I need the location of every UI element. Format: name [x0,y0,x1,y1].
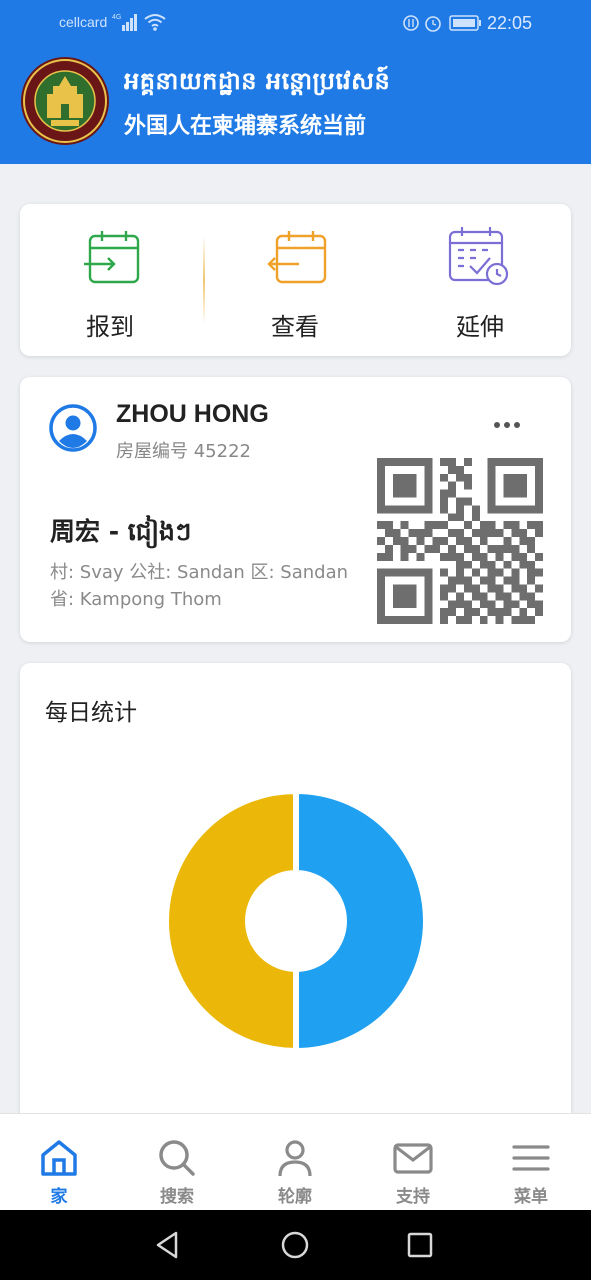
menu-icon [512,1145,550,1171]
home-icon [41,1140,77,1176]
nav-profile[interactable]: 轮廓 [236,1114,354,1211]
profile-name: ZHOU HONG [116,400,269,428]
mail-icon [393,1143,433,1174]
nav-menu[interactable]: 菜单 [472,1114,590,1211]
donut-slice-0 [293,788,429,1054]
quick-actions-card: 报到 查看 延伸 [20,204,571,356]
qr-code[interactable] [377,458,543,624]
address-line-1: 村: Svay 公社: Sandan 区: Sandan [50,562,349,583]
house-number: 房屋编号 45222 [116,441,251,462]
daily-stats-card: 每日统计 [20,663,571,1133]
calendar-checkin-icon [84,231,140,284]
checkin-label: 报到 [86,313,134,341]
donut-slice-1 [163,788,299,1054]
native-name: 周宏 - ជៀងៗ [50,517,192,546]
address-line-2: 省: Kampong Thom [50,589,222,610]
clock: 22:05 [487,13,533,33]
home-circle-icon[interactable] [279,1229,311,1261]
checkout-label: 查看 [271,313,319,341]
back-icon[interactable] [152,1229,184,1261]
profile-card: ZHOU HONG 房屋编号 45222 周宏 - ជៀងៗ 村: Svay 公… [20,377,571,642]
bottom-navigation: 家 搜索 轮廓 支持 菜单 [0,1113,591,1210]
header-title-chinese: 外国人在柬埔寨系统当前 [124,114,367,139]
extend-button[interactable]: 延伸 [390,204,570,356]
nav-menu-label: 菜单 [514,1187,548,1207]
nav-support[interactable]: 支持 [354,1114,472,1211]
signal-icon: 4G [112,14,137,31]
extend-label: 延伸 [456,313,504,341]
checkin-button[interactable]: 报到 [20,204,200,356]
app-header: cellcard 4G 22:05 អគ្គនាយកដ្ឋាន អន្តោប្រ… [0,0,591,164]
wifi-icon [144,14,166,31]
immigration-logo [21,57,109,145]
profile-icon [278,1140,312,1177]
nav-search[interactable]: 搜索 [118,1114,236,1211]
search-icon [159,1140,195,1176]
status-bar: cellcard 4G 22:05 [0,0,591,44]
header-title-khmer: អគ្គនាយកដ្ឋាន អន្តោប្រវេសន៍ [124,67,391,95]
calendar-extend-icon [448,227,509,286]
nav-home[interactable]: 家 [0,1114,118,1211]
nav-support-label: 支持 [396,1187,430,1207]
system-navigation-bar [0,1210,591,1280]
carrier-label: cellcard [59,14,108,30]
daily-stats-title: 每日统计 [45,700,137,726]
checkout-button[interactable]: 查看 [205,204,385,356]
daily-stats-chart [163,788,429,1054]
recents-icon[interactable] [404,1229,436,1261]
nav-home-label: 家 [50,1187,68,1207]
avatar-icon [49,404,97,452]
address: 村: Svay 公社: Sandan 区: Sandan 省: Kampong … [50,559,370,613]
calendar-checkout-icon [267,231,327,284]
nav-search-label: 搜索 [160,1187,194,1207]
network-label: 4G [112,14,121,21]
more-options-icon[interactable] [494,413,530,429]
nav-profile-label: 轮廓 [278,1187,312,1207]
